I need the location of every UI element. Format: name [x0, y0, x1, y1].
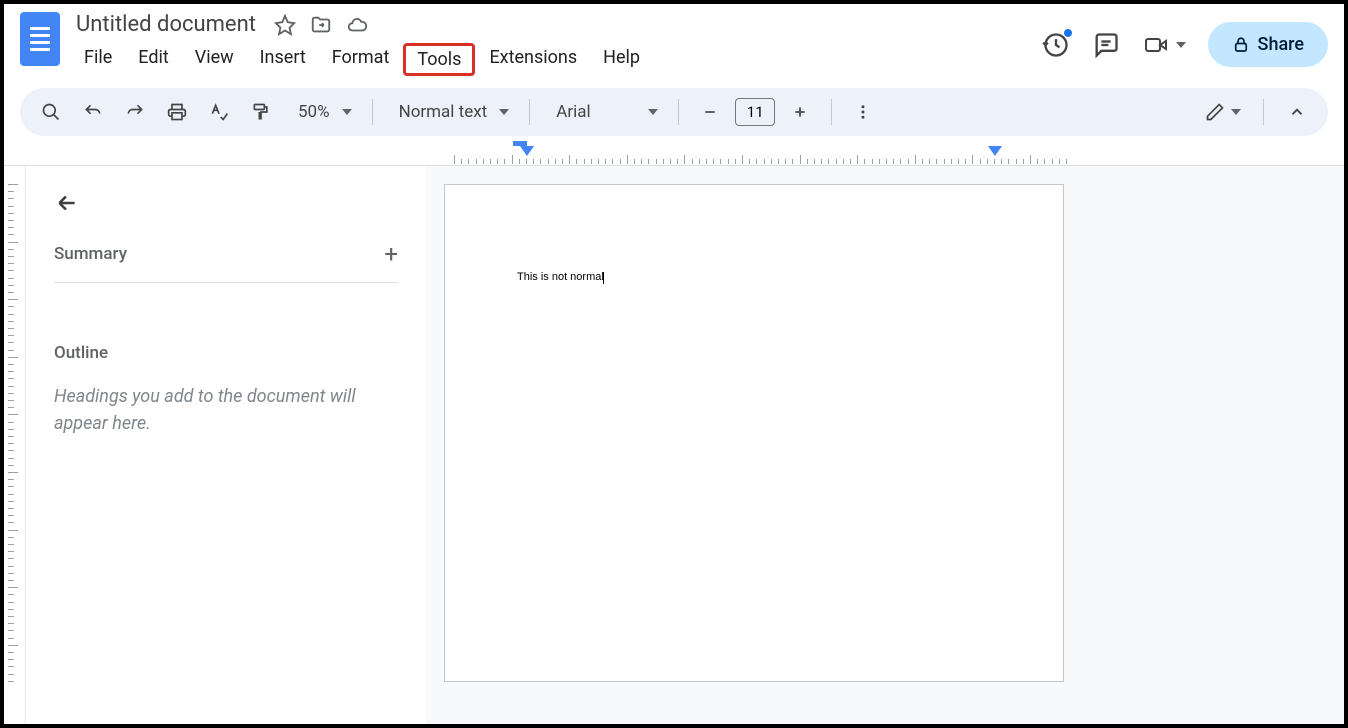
- outline-close-icon[interactable]: [54, 190, 398, 216]
- menu-format[interactable]: Format: [320, 43, 402, 76]
- summary-label: Summary: [54, 244, 127, 264]
- paint-format-icon[interactable]: [244, 95, 278, 129]
- indent-marker-left-icon[interactable]: [520, 146, 534, 156]
- menu-help[interactable]: Help: [591, 43, 652, 76]
- editing-mode-dropdown[interactable]: [1199, 102, 1247, 122]
- document-page[interactable]: This is not normal: [444, 184, 1064, 682]
- undo-icon[interactable]: [76, 95, 110, 129]
- meet-dropdown[interactable]: [1142, 33, 1186, 57]
- add-summary-icon[interactable]: +: [384, 240, 398, 268]
- menu-edit[interactable]: Edit: [126, 43, 180, 76]
- print-icon[interactable]: [160, 95, 194, 129]
- paragraph-style-value: Normal text: [393, 102, 494, 122]
- menu-view[interactable]: View: [183, 43, 246, 76]
- menu-insert[interactable]: Insert: [248, 43, 318, 76]
- outline-placeholder: Headings you add to the document will ap…: [54, 383, 398, 437]
- document-canvas[interactable]: This is not normal: [426, 166, 1344, 724]
- font-family-dropdown[interactable]: Arial: [544, 102, 664, 122]
- caret-down-icon: [1231, 109, 1241, 115]
- toolbar: 50% Normal text Arial 11: [20, 88, 1328, 136]
- horizontal-ruler[interactable]: [4, 142, 1344, 166]
- app-header: Untitled document File Edit View Insert …: [4, 4, 1344, 76]
- menubar: File Edit View Insert Format Tools Exten…: [72, 43, 652, 76]
- caret-down-icon: [499, 109, 509, 115]
- share-label: Share: [1258, 34, 1304, 55]
- font-size-decrease[interactable]: [693, 95, 727, 129]
- more-tools-icon[interactable]: [846, 95, 880, 129]
- document-title[interactable]: Untitled document: [72, 12, 260, 37]
- caret-down-icon: [648, 109, 658, 115]
- zoom-dropdown[interactable]: 50%: [286, 102, 358, 122]
- text-cursor: [603, 272, 605, 284]
- history-icon[interactable]: [1042, 31, 1070, 59]
- comments-icon[interactable]: [1092, 31, 1120, 59]
- collapse-toolbar-icon[interactable]: [1280, 95, 1314, 129]
- vertical-ruler[interactable]: [4, 166, 26, 724]
- menu-tools[interactable]: Tools: [403, 43, 475, 76]
- paragraph-style-dropdown[interactable]: Normal text: [387, 102, 516, 122]
- zoom-value: 50%: [292, 102, 336, 122]
- share-button[interactable]: Share: [1208, 22, 1328, 67]
- document-text[interactable]: This is not normal: [517, 271, 604, 283]
- menu-file[interactable]: File: [72, 43, 124, 76]
- move-folder-icon[interactable]: [310, 14, 332, 36]
- redo-icon[interactable]: [118, 95, 152, 129]
- font-size-increase[interactable]: [783, 95, 817, 129]
- caret-down-icon: [342, 109, 352, 115]
- font-size-input[interactable]: 11: [735, 98, 775, 126]
- font-family-value: Arial: [550, 102, 596, 122]
- outline-heading-label: Outline: [54, 343, 398, 363]
- spellcheck-icon[interactable]: [202, 95, 236, 129]
- outline-panel: Summary + Outline Headings you add to th…: [26, 166, 426, 724]
- menu-extensions[interactable]: Extensions: [477, 43, 589, 76]
- cloud-status-icon[interactable]: [346, 14, 368, 36]
- search-icon[interactable]: [34, 95, 68, 129]
- indent-marker-right-icon[interactable]: [988, 146, 1002, 156]
- docs-logo-icon[interactable]: [20, 12, 60, 66]
- star-icon[interactable]: [274, 14, 296, 36]
